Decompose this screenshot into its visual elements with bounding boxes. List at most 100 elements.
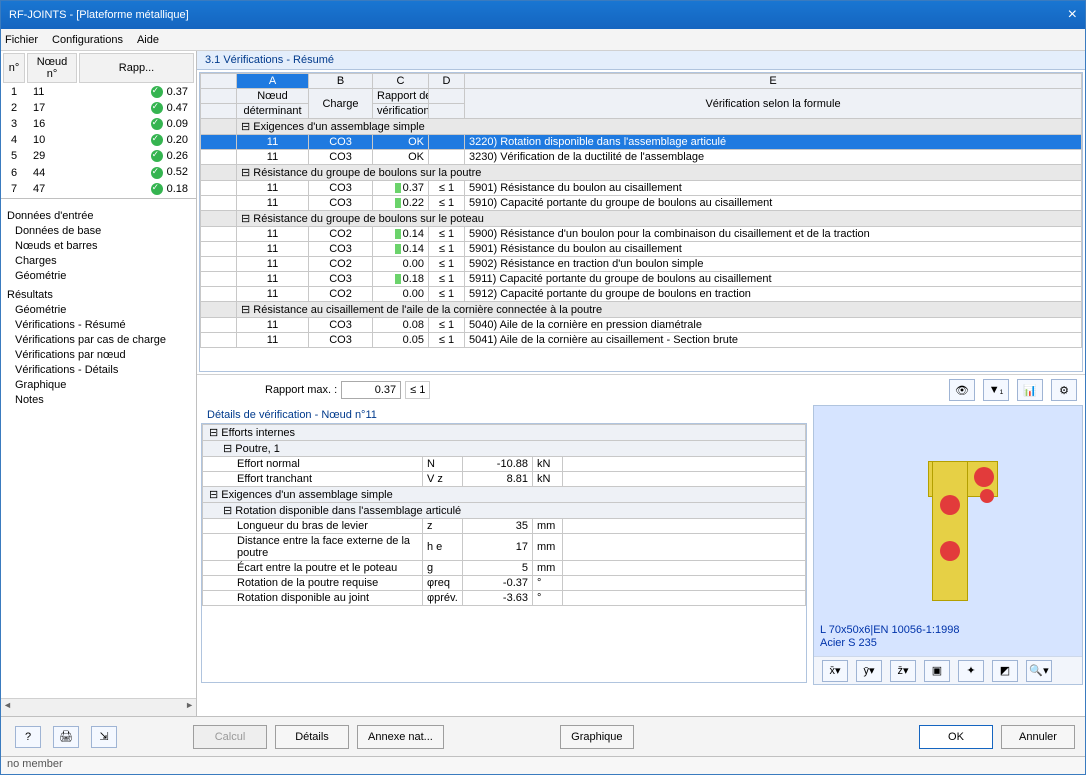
details-row[interactable]: ⊟ Efforts internes: [203, 425, 806, 441]
axes-icon[interactable]: ✦: [958, 660, 984, 682]
col-formula: Vérification selon la formule: [465, 89, 1082, 119]
status-bar: no member: [1, 756, 1085, 774]
tree-item[interactable]: Vérifications - Résumé: [7, 318, 192, 333]
details-row[interactable]: Rotation de la poutre requiseφreq-0.37°: [203, 576, 806, 591]
grid-row[interactable]: 11CO30.18≤ 15911) Capacité portante du g…: [201, 272, 1082, 287]
tree-item[interactable]: Vérifications par cas de charge: [7, 333, 192, 348]
chart-icon[interactable]: 📊: [1017, 379, 1043, 401]
tree-item[interactable]: Vérifications par nœud: [7, 348, 192, 363]
axis-x-icon[interactable]: x̄▾: [822, 660, 848, 682]
col-det: déterminant: [237, 104, 309, 119]
grid-row[interactable]: ⊟ Exigences d'un assemblage simple: [201, 119, 1082, 135]
node-row[interactable]: 6440.52: [3, 165, 194, 179]
ok-button[interactable]: OK: [919, 725, 993, 749]
menu-config[interactable]: Configurations: [52, 34, 123, 46]
tree-item[interactable]: Géométrie: [7, 269, 192, 284]
content-pane: 3.1 Vérifications - Résumé A B C D E: [197, 51, 1085, 716]
details-row[interactable]: Distance entre la face externe de la pou…: [203, 534, 806, 561]
col-n[interactable]: n°: [3, 53, 25, 83]
tree-input-header: Données d'entrée: [7, 209, 192, 224]
menu-file[interactable]: Fichier: [5, 34, 38, 46]
details-row[interactable]: Effort tranchantV z8.81kN: [203, 472, 806, 487]
col-ratio[interactable]: Rapp...: [79, 53, 194, 83]
col-letter-E[interactable]: E: [465, 74, 1082, 89]
node-row[interactable]: 2170.47: [3, 101, 194, 115]
grid-row[interactable]: 11CO20.00≤ 15912) Capacité portante du g…: [201, 287, 1082, 302]
tree-item[interactable]: Nœuds et barres: [7, 239, 192, 254]
grid-row[interactable]: 11CO20.00≤ 15902) Résistance en traction…: [201, 257, 1082, 272]
axis-z-icon[interactable]: z̄▾: [890, 660, 916, 682]
ratio-max-value[interactable]: [341, 381, 401, 399]
tree-item[interactable]: Notes: [7, 393, 192, 408]
viewer-canvas[interactable]: L 70x50x6|EN 10056-1:1998 Acier S 235: [814, 406, 1082, 656]
node-row[interactable]: 4100.20: [3, 133, 194, 147]
tree-item[interactable]: Charges: [7, 254, 192, 269]
col-letter-B[interactable]: B: [309, 74, 373, 89]
print-icon[interactable]: 🖨: [53, 726, 79, 748]
grid-row[interactable]: 11CO30.05≤ 15041) Aile de la cornière au…: [201, 333, 1082, 348]
details-row[interactable]: Effort normalN-10.88kN: [203, 457, 806, 472]
details-row[interactable]: Écart entre la poutre et le poteaug5mm: [203, 561, 806, 576]
grid-row[interactable]: ⊟ Résistance au cisaillement de l'aile d…: [201, 302, 1082, 318]
export-icon[interactable]: ⇲: [91, 726, 117, 748]
col-ratio: Rapport de: [373, 89, 429, 104]
grid-row[interactable]: 11CO30.08≤ 15040) Aile de la cornière en…: [201, 318, 1082, 333]
ok-icon: [151, 183, 163, 195]
col-node: Nœud: [237, 89, 309, 104]
tree-item[interactable]: Données de base: [7, 224, 192, 239]
details-row[interactable]: Longueur du bras de levierz35mm: [203, 519, 806, 534]
grid-row[interactable]: 11CO30.37≤ 15901) Résistance du boulon a…: [201, 181, 1082, 196]
details-table[interactable]: ⊟ Efforts internes⊟ Poutre, 1Effort norm…: [202, 424, 806, 606]
details-row[interactable]: ⊟ Exigences d'un assemblage simple: [203, 487, 806, 503]
details-button[interactable]: Détails: [275, 725, 349, 749]
settings-icon[interactable]: ⚙: [1051, 379, 1077, 401]
grid-row[interactable]: 11CO3OK3220) Rotation disponible dans l'…: [201, 135, 1082, 150]
menu-help[interactable]: Aide: [137, 34, 159, 46]
ok-icon: [151, 118, 163, 130]
eye-icon[interactable]: 👁: [949, 379, 975, 401]
viewer-toolbar: x̄▾ ȳ▾ z̄▾ ▣ ✦ ◩ 🔍▾: [814, 656, 1082, 684]
model-viewer[interactable]: L 70x50x6|EN 10056-1:1998 Acier S 235 x̄…: [813, 405, 1083, 685]
ratio-max-le: ≤ 1: [405, 381, 430, 399]
details-row[interactable]: ⊟ Poutre, 1: [203, 441, 806, 457]
details-header: Détails de vérification - Nœud n°11: [199, 405, 809, 423]
node-row[interactable]: 1110.37: [3, 85, 194, 99]
tree-item[interactable]: Géométrie: [7, 303, 192, 318]
annex-button[interactable]: Annexe nat...: [357, 725, 444, 749]
verifications-grid[interactable]: A B C D E Nœud Charge Rapport de: [200, 73, 1082, 348]
nav-scrollbar[interactable]: [1, 698, 196, 716]
zoom-icon[interactable]: 🔍▾: [1026, 660, 1052, 682]
node-row[interactable]: 7470.18: [3, 182, 194, 196]
navigator-pane: n° Nœud n° Rapp... 1110.37 2170.47 3160.09…: [1, 51, 197, 716]
section-title: 3.1 Vérifications - Résumé: [197, 51, 1085, 70]
axis-y-icon[interactable]: ȳ▾: [856, 660, 882, 682]
details-row[interactable]: ⊟ Rotation disponible dans l'assemblage …: [203, 503, 806, 519]
ok-icon: [151, 102, 163, 114]
grid-row[interactable]: ⊟ Résistance du groupe de boulons sur la…: [201, 165, 1082, 181]
grid-row[interactable]: 11CO20.14≤ 15900) Résistance d'un boulon…: [201, 227, 1082, 242]
tree-item[interactable]: Graphique: [7, 378, 192, 393]
nav-tree[interactable]: Données d'entrée Données de baseNœuds et…: [1, 199, 196, 698]
graphic-button[interactable]: Graphique: [560, 725, 634, 749]
node-row[interactable]: 3160.09: [3, 117, 194, 131]
details-row[interactable]: Rotation disponible au jointφprév.-3.63°: [203, 591, 806, 606]
col-letter-A[interactable]: A: [237, 74, 309, 89]
edge-icon[interactable]: ◩: [992, 660, 1018, 682]
cancel-button[interactable]: Annuler: [1001, 725, 1075, 749]
node-row[interactable]: 5290.26: [3, 149, 194, 163]
menu-bar: Fichier Configurations Aide: [1, 29, 1085, 51]
filter-icon[interactable]: ▼₁: [983, 379, 1009, 401]
grid-row[interactable]: 11CO3OK3230) Vérification de la ductilit…: [201, 150, 1082, 165]
node-list-table[interactable]: n° Nœud n° Rapp... 1110.37 2170.47 3160.09…: [1, 51, 196, 199]
box-icon[interactable]: ▣: [924, 660, 950, 682]
col-letter-C[interactable]: C: [373, 74, 429, 89]
help-icon[interactable]: ?: [15, 726, 41, 748]
grid-row[interactable]: 11CO30.22≤ 15910) Capacité portante du g…: [201, 196, 1082, 211]
close-icon[interactable]: ×: [1068, 6, 1077, 24]
grid-row[interactable]: ⊟ Résistance du groupe de boulons sur le…: [201, 211, 1082, 227]
col-node[interactable]: Nœud n°: [27, 53, 77, 83]
col-letter-D[interactable]: D: [429, 74, 465, 89]
grid-row[interactable]: 11CO30.14≤ 15901) Résistance du boulon a…: [201, 242, 1082, 257]
tree-item[interactable]: Vérifications - Détails: [7, 363, 192, 378]
col-verif: vérification: [373, 104, 429, 119]
